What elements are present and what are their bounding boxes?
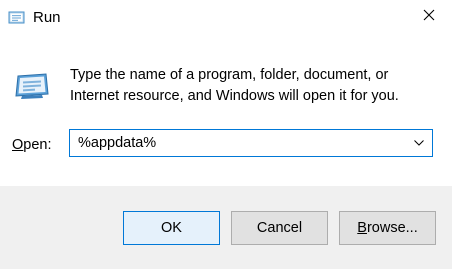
window-title: Run — [33, 9, 61, 26]
browse-button[interactable]: Browse... — [339, 211, 436, 245]
chevron-down-icon[interactable] — [406, 130, 432, 156]
browse-accelerator: B — [357, 220, 367, 236]
cancel-button[interactable]: Cancel — [231, 211, 328, 245]
dialog-content: Type the name of a program, folder, docu… — [0, 36, 452, 186]
button-bar: OK Cancel Browse... — [0, 186, 452, 269]
run-dialog-icon — [8, 9, 26, 27]
run-program-icon — [12, 66, 52, 106]
open-input[interactable] — [70, 130, 408, 156]
ok-button[interactable]: OK — [123, 211, 220, 245]
run-description: Type the name of a program, folder, docu… — [70, 67, 399, 104]
run-dialog: Run Type the name of a program, folder, … — [0, 0, 452, 269]
open-label-accelerator: O — [12, 137, 24, 153]
open-label: Open: — [12, 136, 52, 154]
open-combobox[interactable] — [69, 129, 433, 157]
close-button[interactable] — [406, 0, 452, 34]
browse-label: rowse... — [366, 220, 418, 236]
close-icon — [423, 8, 435, 26]
open-label-text: pen: — [23, 137, 52, 153]
title-bar[interactable]: Run — [0, 0, 452, 36]
